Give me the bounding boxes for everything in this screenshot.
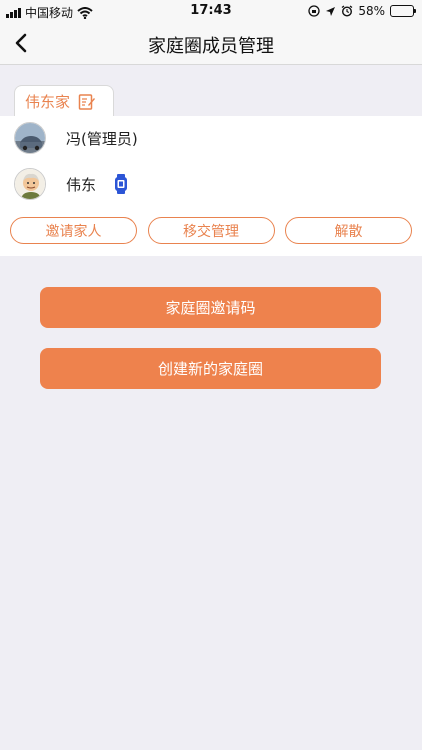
- transfer-admin-button[interactable]: 移交管理: [147, 217, 275, 244]
- member-row[interactable]: 伟东: [14, 164, 128, 204]
- battery-percent: 58%: [358, 4, 385, 18]
- battery-icon: [390, 5, 416, 17]
- family-name: 伟东家: [25, 93, 71, 111]
- nav-bar: 家庭圈成员管理: [0, 22, 422, 65]
- status-bar: 中国移动 17:43 58%: [0, 0, 422, 22]
- members-card: 冯(管理员) 伟东 邀请家人 移交管理 解散: [0, 116, 422, 256]
- invite-code-button[interactable]: 家庭圈邀请码: [40, 287, 381, 328]
- elderly-man-avatar: [14, 168, 46, 200]
- create-family-button[interactable]: 创建新的家庭圈: [40, 348, 381, 389]
- member-row[interactable]: 冯(管理员): [14, 118, 138, 158]
- location-arrow-icon: [326, 6, 336, 16]
- edit-icon[interactable]: [78, 93, 96, 111]
- invite-family-button[interactable]: 邀请家人: [10, 217, 137, 244]
- status-right-group: 58%: [308, 4, 416, 18]
- smartwatch-icon: [115, 174, 128, 194]
- dissolve-button[interactable]: 解散: [285, 217, 412, 244]
- orientation-lock-icon: [308, 5, 320, 17]
- page-title: 家庭圈成员管理: [148, 36, 274, 57]
- car-photo-avatar: [14, 122, 46, 154]
- action-row: 邀请家人 移交管理 解散: [10, 217, 412, 244]
- member-name: 伟东: [66, 175, 97, 194]
- alarm-icon: [341, 5, 353, 17]
- family-tab[interactable]: 伟东家: [14, 85, 114, 117]
- member-name: 冯(管理员): [66, 129, 138, 148]
